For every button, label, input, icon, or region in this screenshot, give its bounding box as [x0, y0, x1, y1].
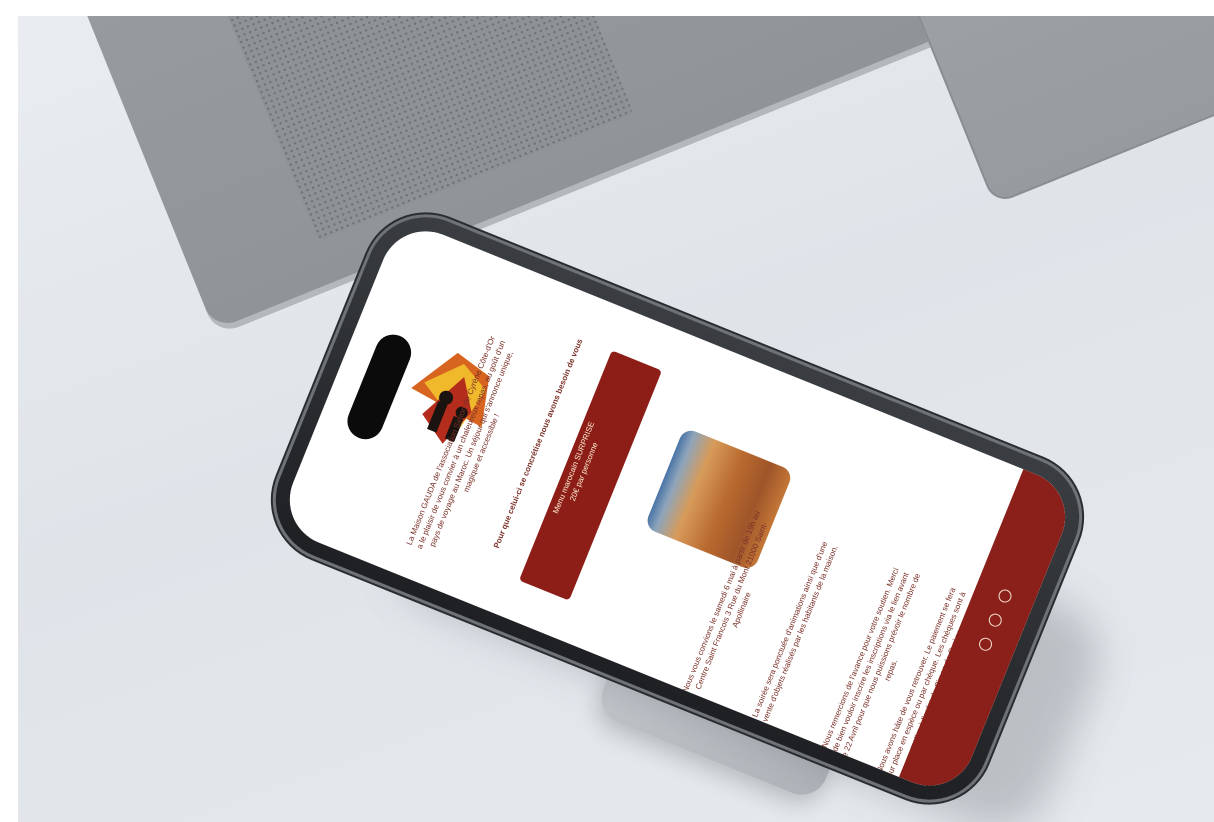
desk-photo: ? A Z X ⌘command < option ⇧ control ⇥	[18, 16, 1214, 822]
web-icon[interactable]	[977, 635, 994, 653]
laptop-trackpad	[881, 16, 1214, 205]
instagram-icon[interactable]	[986, 611, 1004, 629]
photo-scene: ? A Z X ⌘command < option ⇧ control ⇥	[0, 0, 1214, 822]
facebook-icon[interactable]	[996, 587, 1014, 605]
laptop: ? A Z X ⌘command < option ⇧ control ⇥	[18, 16, 1214, 336]
